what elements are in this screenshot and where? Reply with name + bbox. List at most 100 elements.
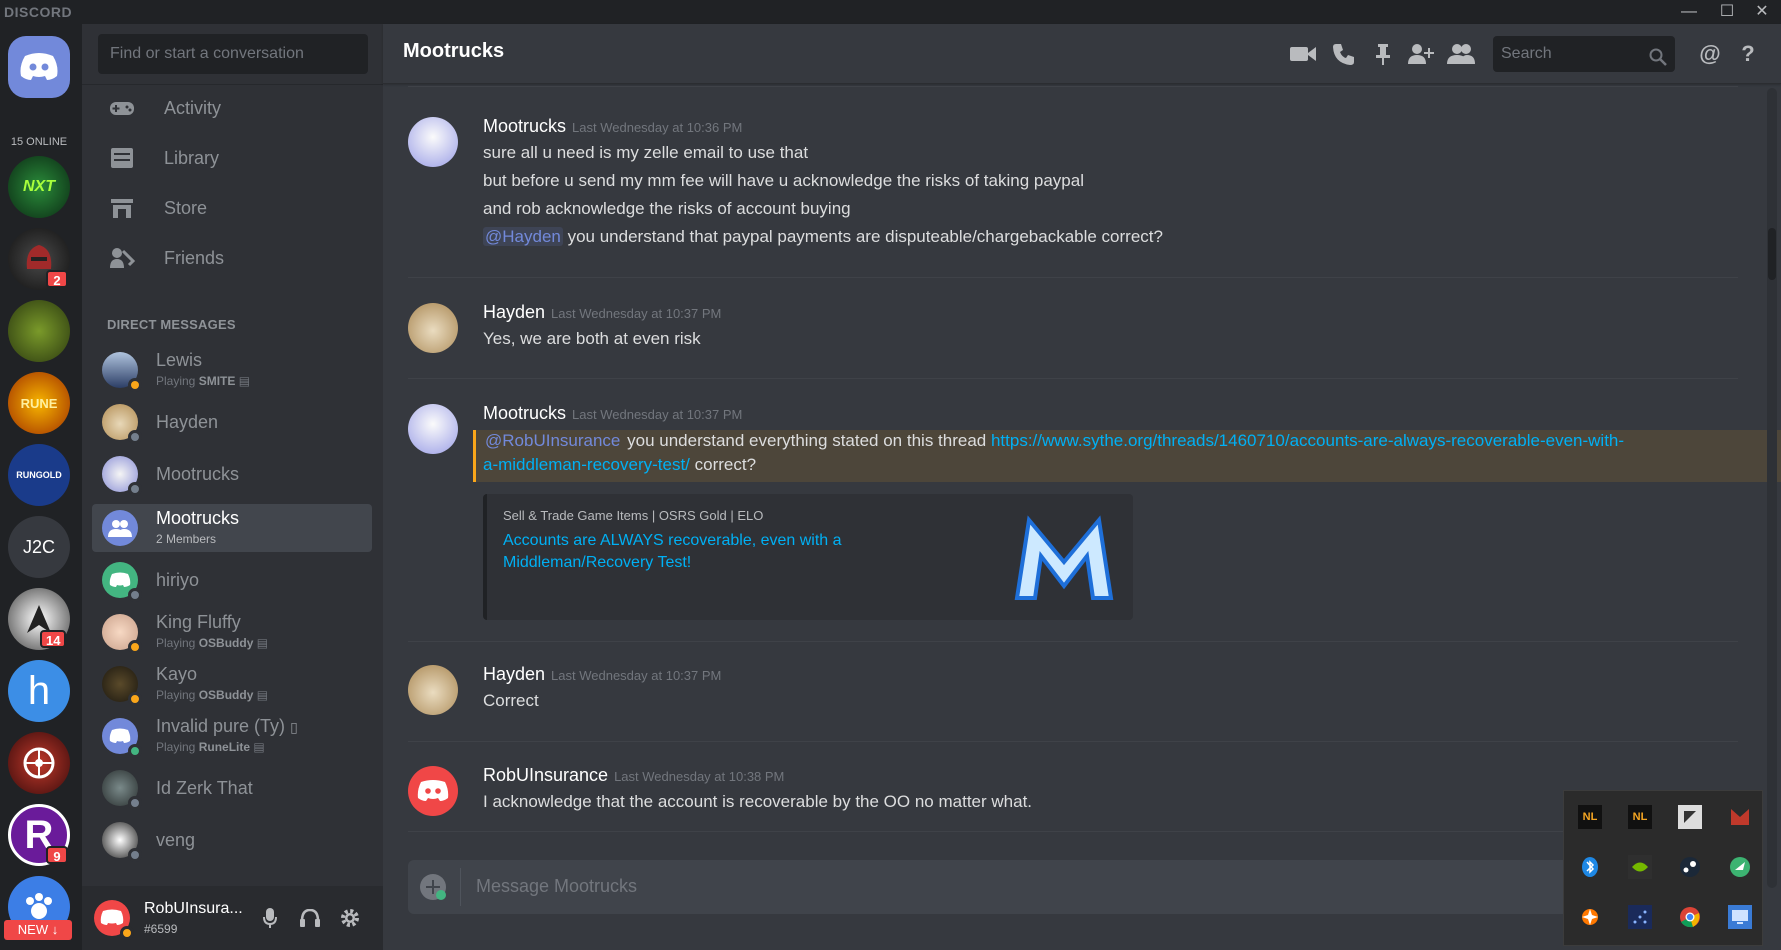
m-logo-icon — [1014, 515, 1114, 600]
nav-label: Activity — [164, 97, 222, 118]
vpn-icon[interactable] — [1728, 855, 1752, 879]
message-text: @Hayden you understand that paypal payme… — [483, 227, 1163, 247]
home-button[interactable] — [8, 36, 70, 98]
message-divider — [408, 831, 1738, 832]
chrome-icon[interactable] — [1678, 905, 1702, 929]
discord-logo-icon — [109, 572, 131, 587]
dm-member-count: 2 Members — [156, 532, 217, 546]
nav-store[interactable]: Store — [92, 186, 372, 230]
rich-presence-icon: ▤ — [253, 740, 265, 754]
message-text: Correct — [483, 691, 539, 710]
headphones-icon[interactable] — [298, 906, 322, 930]
nav-activity[interactable]: Activity — [92, 86, 372, 130]
unread-badge: 9 — [46, 846, 68, 864]
mentions-icon[interactable]: @ — [1696, 41, 1724, 66]
avatar[interactable] — [408, 766, 458, 816]
embed-title[interactable]: Accounts are ALWAYS recoverable, even wi… — [503, 530, 883, 574]
settings-gear-icon[interactable] — [338, 906, 362, 930]
message-author[interactable]: Mootrucks Last Wednesday at 10:37 PM — [483, 403, 742, 424]
online-count: 15 ONLINE — [10, 136, 68, 148]
title-bar: DISCORD — ☐ ✕ — [0, 0, 1781, 24]
monitor-icon[interactable] — [1728, 905, 1752, 929]
tray-app-icon[interactable]: NL — [1578, 805, 1602, 829]
dm-item-id-zerk-that[interactable]: Id Zerk That — [92, 764, 372, 812]
activity-prefix: Playing — [156, 688, 199, 702]
nvidia-icon[interactable] — [1628, 855, 1652, 879]
user-tag: #6599 — [144, 922, 178, 936]
maximize-button[interactable]: ☐ — [1715, 2, 1739, 22]
avatar[interactable] — [408, 665, 458, 715]
tray-app-icon[interactable] — [1678, 805, 1702, 829]
rich-presence-icon: ▤ — [238, 374, 251, 388]
bluetooth-icon[interactable] — [1578, 855, 1602, 879]
thread-link[interactable]: a-middleman-recovery-test/ — [483, 455, 690, 474]
pinned-messages-icon[interactable] — [1369, 42, 1397, 66]
server-rune-treasure[interactable]: RUNE — [8, 372, 70, 434]
dm-item-veng[interactable]: veng — [92, 816, 372, 864]
server-green[interactable] — [8, 300, 70, 362]
dm-name: Lewis — [156, 350, 203, 370]
close-button[interactable]: ✕ — [1750, 2, 1774, 22]
microphone-icon[interactable] — [258, 906, 282, 930]
avatar[interactable] — [408, 117, 458, 167]
tray-app-icon[interactable]: NL — [1628, 805, 1652, 829]
dm-name: veng — [156, 830, 196, 850]
message-text: a-middleman-recovery-test/ correct? — [483, 455, 756, 475]
user-mention[interactable]: @RobUInsurance — [483, 431, 622, 450]
message-composer: Message Mootrucks — [408, 860, 1758, 914]
server-next-level[interactable]: NXT — [8, 156, 70, 218]
scrollbar-thumb[interactable] — [1768, 228, 1776, 280]
author-name: Mootrucks — [483, 403, 567, 423]
message-scrollbar[interactable] — [1767, 88, 1777, 888]
voice-call-icon[interactable] — [1329, 42, 1357, 66]
member-list-icon[interactable] — [1447, 42, 1475, 66]
server-rungold[interactable]: RUNGOLD — [8, 444, 70, 506]
message-input[interactable]: Message Mootrucks — [476, 876, 637, 897]
steam-icon[interactable] — [1678, 855, 1702, 879]
message-author[interactable]: Hayden Last Wednesday at 10:37 PM — [483, 302, 721, 323]
nav-label: Friends — [164, 247, 225, 268]
new-unreads-button[interactable]: NEW ↓ — [4, 920, 72, 940]
network-icon[interactable] — [1628, 905, 1652, 929]
avatar[interactable] — [408, 303, 458, 353]
friends-icon — [108, 246, 136, 270]
activity-prefix: Playing — [156, 636, 199, 650]
dm-item-hayden[interactable]: Hayden — [92, 398, 372, 446]
message-author[interactable]: Mootrucks Last Wednesday at 10:36 PM — [483, 116, 742, 137]
dm-name: hiriyo — [156, 570, 200, 590]
dm-item-invalid-pure[interactable]: Invalid pure (Ty) ▯ Playing RuneLite ▤ — [92, 712, 372, 760]
dm-item-hiriyo[interactable]: hiriyo — [92, 556, 372, 604]
message-text-fragment: you understand everything stated on this… — [622, 431, 991, 450]
server-red-wheel[interactable] — [8, 732, 70, 794]
divider — [460, 868, 461, 906]
add-friend-icon[interactable] — [1407, 42, 1435, 66]
dm-item-lewis[interactable]: Lewis Playing SMITE ▤ — [92, 346, 372, 394]
dm-item-mootrucks[interactable]: Mootrucks — [92, 450, 372, 498]
shield-icon[interactable] — [1728, 805, 1752, 829]
upload-button[interactable] — [420, 874, 446, 900]
message-text: but before u send my mm fee will have u … — [483, 171, 1084, 190]
video-call-icon[interactable] — [1289, 42, 1317, 66]
dm-item-kayo[interactable]: Kayo Playing OSBuddy ▤ — [92, 660, 372, 708]
dm-name: King Fluffy — [156, 612, 241, 632]
nav-friends[interactable]: Friends — [92, 236, 372, 280]
message-text: I acknowledge that the account is recove… — [483, 792, 1033, 811]
status-offline-icon — [128, 796, 142, 810]
dm-item-king-fluffy[interactable]: King Fluffy Playing OSBuddy ▤ — [92, 608, 372, 656]
thread-link[interactable]: https://www.sythe.org/threads/1460710/ac… — [991, 431, 1624, 450]
search-input[interactable]: Search — [1493, 36, 1675, 72]
help-icon[interactable]: ? — [1734, 41, 1762, 66]
minimize-button[interactable]: — — [1677, 2, 1701, 22]
channel-title: Mootrucks — [403, 40, 505, 62]
dm-item-group-mootrucks[interactable]: Mootrucks 2 Members — [92, 504, 372, 552]
find-conversation-input[interactable]: Find or start a conversation — [98, 34, 368, 74]
server-j2c[interactable]: J2C — [8, 516, 70, 578]
avast-icon[interactable] — [1578, 905, 1602, 929]
message-author[interactable]: RobUInsurance Last Wednesday at 10:38 PM — [483, 765, 784, 786]
nav-library[interactable]: Library — [92, 136, 372, 180]
avatar[interactable] — [408, 404, 458, 454]
message-author[interactable]: Hayden Last Wednesday at 10:37 PM — [483, 664, 721, 685]
user-mention[interactable]: @Hayden — [483, 227, 563, 246]
server-h[interactable]: h — [8, 660, 70, 722]
dm-name-text: Invalid pure (Ty) — [156, 716, 286, 736]
